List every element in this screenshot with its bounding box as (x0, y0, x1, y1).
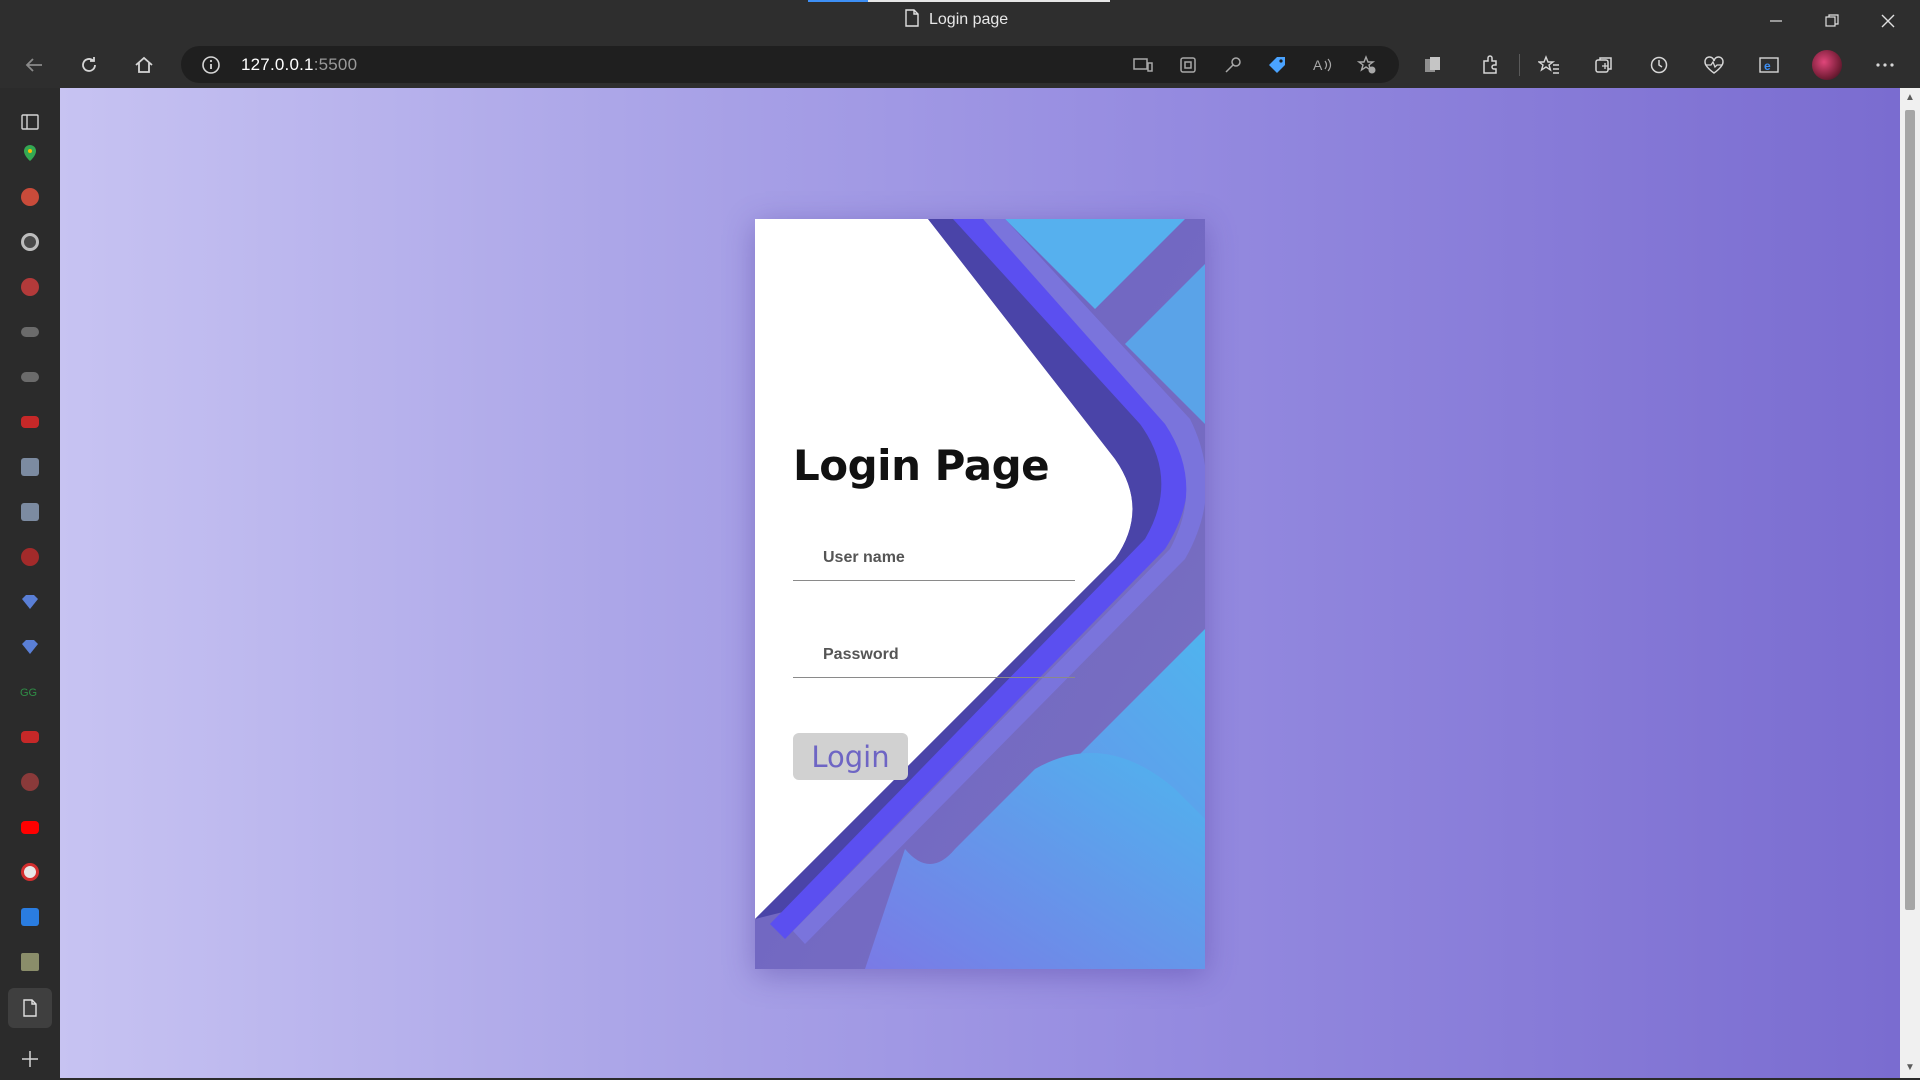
youtube-icon[interactable] (18, 725, 42, 749)
key-icon[interactable] (1221, 53, 1245, 77)
collections-split-icon[interactable] (1416, 48, 1450, 82)
history-icon[interactable] (1642, 48, 1676, 82)
maps-icon[interactable] (18, 141, 42, 165)
window-title-text: Login page (929, 11, 1009, 28)
home-icon[interactable] (127, 48, 161, 82)
close-button[interactable] (1860, 0, 1916, 41)
diamond-icon[interactable] (18, 635, 42, 659)
restore-button[interactable] (1804, 0, 1860, 41)
site-info-icon[interactable] (201, 55, 221, 75)
app-icon[interactable] (18, 905, 42, 929)
back-icon[interactable] (17, 48, 51, 82)
address-text[interactable]: 127.0.0.1:5500 (241, 55, 357, 75)
extensions-icon[interactable] (1473, 48, 1507, 82)
web-page-viewport: Login Page User name Password Login (60, 88, 1900, 1078)
chat-icon[interactable] (18, 320, 42, 344)
scroll-up-icon[interactable]: ▲ (1904, 92, 1916, 104)
window-title: Login page (905, 8, 1008, 32)
diamond-icon[interactable] (18, 590, 42, 614)
profile-avatar[interactable] (1812, 50, 1842, 80)
username-placeholder: User name (823, 549, 905, 566)
svg-text:GG: GG (20, 687, 37, 698)
add-icon[interactable] (18, 1047, 42, 1071)
read-aloud-icon[interactable]: A (1310, 53, 1334, 77)
youtube-icon[interactable] (18, 410, 42, 434)
performance-icon[interactable] (1697, 48, 1731, 82)
device-icon[interactable] (1131, 53, 1155, 77)
app-icon[interactable] (18, 770, 42, 794)
chat-icon[interactable] (18, 365, 42, 389)
page-title: Login Page (793, 441, 1050, 490)
scroll-thumb[interactable] (1905, 110, 1915, 910)
tab-indicator (808, 0, 1110, 2)
toolbar-divider (1519, 54, 1520, 76)
google-icon[interactable] (18, 230, 42, 254)
login-button[interactable]: Login (793, 733, 908, 780)
apps-icon[interactable] (1176, 53, 1200, 77)
scroll-down-icon[interactable]: ▼ (1904, 1062, 1916, 1074)
youtube-icon[interactable] (18, 815, 42, 839)
title-bar: Login page (0, 0, 1920, 41)
tabs-icon[interactable] (18, 110, 42, 134)
minimize-button[interactable] (1748, 0, 1804, 41)
login-card: Login Page User name Password Login (755, 219, 1205, 969)
vertical-tabs-sidebar: GG (0, 88, 60, 1080)
app-icon[interactable] (18, 185, 42, 209)
collections-icon[interactable] (1587, 48, 1621, 82)
browser-toolbar: 127.0.0.1:5500 A e (0, 41, 1920, 88)
card-decoration (755, 219, 1205, 969)
app-icon[interactable] (18, 455, 42, 479)
bank-icon[interactable] (18, 275, 42, 299)
coupon-icon[interactable] (1265, 53, 1289, 77)
favorites-icon[interactable] (1532, 48, 1566, 82)
ie-mode-icon[interactable]: e (1752, 48, 1786, 82)
svg-text:A: A (1313, 57, 1323, 73)
password-placeholder: Password (823, 646, 899, 663)
app-icon[interactable] (18, 500, 42, 524)
username-field[interactable]: User name (793, 537, 1075, 581)
image-icon[interactable] (18, 950, 42, 974)
refresh-icon[interactable] (72, 48, 106, 82)
password-field[interactable]: Password (793, 634, 1075, 678)
page-icon (905, 8, 919, 32)
add-favorite-icon[interactable] (1355, 53, 1379, 77)
app-icon[interactable] (18, 545, 42, 569)
page-icon[interactable] (18, 996, 42, 1020)
address-bar[interactable]: 127.0.0.1:5500 A (181, 46, 1399, 83)
svg-text:e: e (1764, 59, 1771, 73)
app-icon[interactable] (18, 860, 42, 884)
page-scrollbar[interactable]: ▲ ▼ (1900, 88, 1920, 1078)
more-options-icon[interactable] (1868, 48, 1902, 82)
geeks-icon[interactable]: GG (18, 680, 42, 704)
